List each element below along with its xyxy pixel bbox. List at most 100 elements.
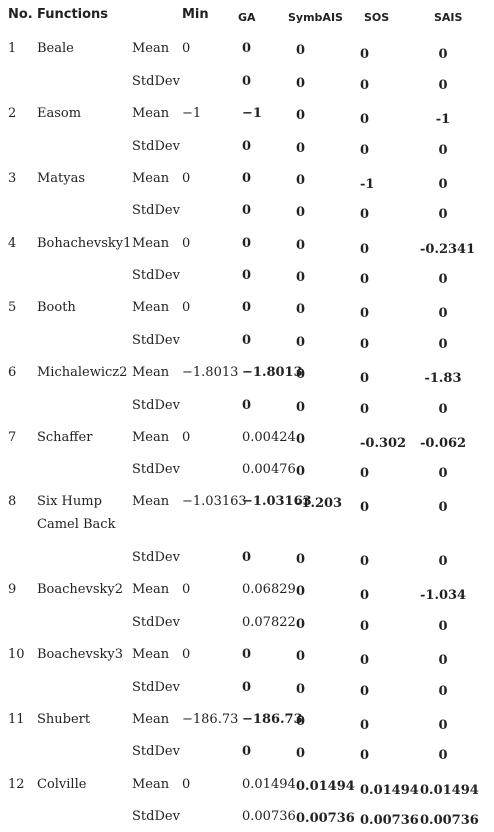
- stat-label-mean: Mean: [132, 430, 170, 445]
- min-value: 0: [182, 647, 191, 662]
- sais-mean: 0: [438, 47, 448, 62]
- sais-stddev: 0: [438, 748, 448, 763]
- sais-mean: 0: [438, 718, 448, 733]
- function-name: Booth: [37, 300, 76, 315]
- stat-label-stddev: StdDev: [132, 550, 180, 565]
- sos-stddev: 0: [360, 619, 370, 634]
- sais-mean: 0: [438, 177, 448, 192]
- row-number: 8: [8, 494, 17, 509]
- ga-mean: 0: [242, 300, 252, 315]
- row-number: 2: [8, 106, 17, 121]
- stat-label-mean: Mean: [132, 712, 170, 727]
- stat-label-mean: Mean: [132, 171, 170, 186]
- sos-mean: 0: [360, 588, 370, 603]
- symbais-stddev: 0: [296, 552, 306, 567]
- ga-mean: −1: [242, 106, 262, 121]
- min-value: 0: [182, 582, 191, 597]
- function-name: Schaffer: [37, 430, 93, 445]
- ga-mean: 0: [242, 41, 252, 56]
- ga-stddev: 0: [242, 680, 252, 695]
- row-number: 7: [8, 430, 17, 445]
- sos-mean: 0: [360, 371, 370, 386]
- symbais-stddev: 0: [296, 76, 306, 91]
- min-value: 0: [182, 777, 191, 792]
- stat-label-stddev: StdDev: [132, 74, 180, 89]
- symbais-stddev: 0.00736: [296, 811, 355, 826]
- stat-label-stddev: StdDev: [132, 809, 180, 824]
- sos-stddev: 0.00736: [360, 813, 419, 828]
- ga-stddev: 0: [242, 74, 252, 89]
- sos-mean: 0: [360, 112, 370, 127]
- sos-mean: 0: [360, 306, 370, 321]
- sais-stddev: 0: [438, 466, 448, 481]
- row-number: 1: [8, 41, 17, 56]
- stat-label-stddev: StdDev: [132, 398, 180, 413]
- ga-mean: 0: [242, 647, 252, 662]
- sos-stddev: 0: [360, 272, 370, 287]
- row-number: 5: [8, 300, 17, 315]
- sos-stddev: 0: [360, 748, 370, 763]
- function-name: Boachevsky2: [37, 582, 123, 597]
- min-value: −1: [182, 106, 202, 121]
- sais-mean: 0: [438, 653, 448, 668]
- row-number: 10: [8, 647, 25, 662]
- sos-stddev: 0: [360, 684, 370, 699]
- sais-mean: -0.062: [420, 436, 467, 451]
- sais-mean: -1.034: [420, 588, 467, 603]
- symbais-stddev: 0: [296, 400, 306, 415]
- sais-mean: -1: [435, 112, 451, 127]
- symbais-mean: -1.203: [296, 496, 343, 511]
- symbais-mean: 0: [296, 714, 306, 729]
- sos-stddev: 0: [360, 78, 370, 93]
- row-number: 6: [8, 365, 17, 380]
- symbais-stddev: 0: [296, 270, 306, 285]
- min-value: 0: [182, 171, 191, 186]
- sais-stddev: 0: [438, 272, 448, 287]
- ga-stddev: 0.00476: [242, 462, 296, 477]
- symbais-stddev: 0: [296, 205, 306, 220]
- results-table: No. Functions Min GA SymbAIS SOS SAIS 1 B…: [0, 0, 494, 832]
- function-name: Colville: [37, 777, 87, 792]
- sos-stddev: 0: [360, 466, 370, 481]
- function-name: Easom: [37, 106, 82, 121]
- sos-mean: 0: [360, 653, 370, 668]
- row-number: 12: [8, 777, 25, 792]
- symbais-stddev: 0: [296, 335, 306, 350]
- row-number: 3: [8, 171, 17, 186]
- symbais-stddev: 0: [296, 464, 306, 479]
- ga-stddev: 0: [242, 550, 252, 565]
- sos-stddev: 0: [360, 337, 370, 352]
- stat-label-stddev: StdDev: [132, 744, 180, 759]
- sos-mean: 0: [360, 47, 370, 62]
- stat-label-stddev: StdDev: [132, 615, 180, 630]
- sais-stddev: 0: [438, 207, 448, 222]
- header-ga: GA: [238, 11, 256, 24]
- symbais-mean: 0: [296, 173, 306, 188]
- stat-label-stddev: StdDev: [132, 333, 180, 348]
- header-sos: SOS: [364, 11, 390, 24]
- stat-label-stddev: StdDev: [132, 203, 180, 218]
- sos-stddev: 0: [360, 554, 370, 569]
- ga-mean: 0.00424: [242, 430, 296, 445]
- function-name: Beale: [37, 41, 74, 56]
- function-name: Six Hump: [37, 494, 102, 509]
- symbais-stddev: 0: [296, 141, 306, 156]
- ga-stddev: 0: [242, 744, 252, 759]
- sos-stddev: 0: [360, 402, 370, 417]
- sais-stddev: 0: [438, 402, 448, 417]
- header-functions: Functions: [37, 7, 109, 22]
- sais-mean: 0.01494: [420, 783, 479, 798]
- sais-stddev: 0: [438, 78, 448, 93]
- sais-stddev: 0: [438, 684, 448, 699]
- row-number: 11: [8, 712, 25, 727]
- symbais-stddev: 0: [296, 617, 306, 632]
- sais-stddev: 0: [438, 337, 448, 352]
- symbais-stddev: 0: [296, 682, 306, 697]
- symbais-mean: 0: [296, 584, 306, 599]
- min-value: −1.03163: [182, 494, 247, 509]
- sais-stddev: 0.00736: [420, 813, 479, 828]
- sos-mean: -0.302: [360, 436, 407, 451]
- sais-mean: 0: [438, 306, 448, 321]
- ga-mean: −1.8013: [242, 365, 303, 380]
- min-value: 0: [182, 300, 191, 315]
